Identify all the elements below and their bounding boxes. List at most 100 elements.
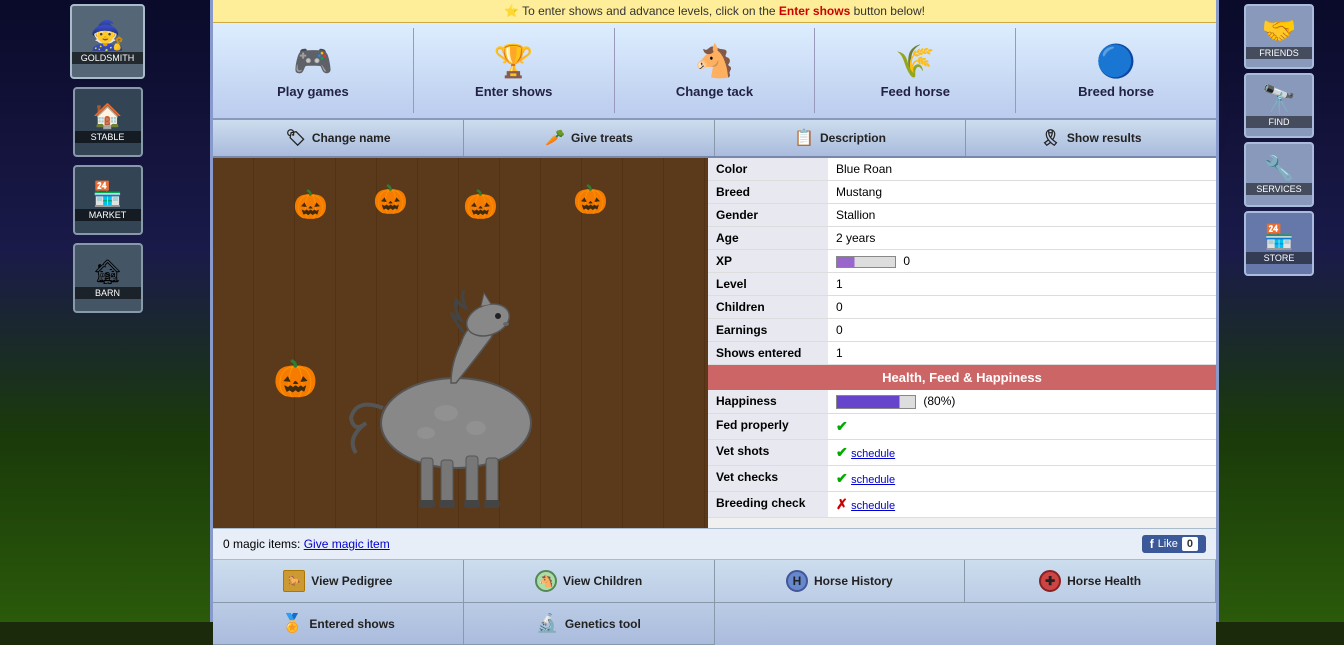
play-games-button[interactable]: 🎮 Play games: [213, 28, 414, 113]
show-results-label: Show results: [1067, 131, 1142, 145]
give-treats-button[interactable]: 🥕 Give treats: [464, 120, 715, 156]
vet-shots-label: Vet shots: [708, 440, 828, 465]
change-tack-button[interactable]: 🐴 Change tack: [615, 28, 816, 113]
horse-view: 🎃 🎃 🎃 🎃 🎃: [213, 158, 708, 528]
announcement-text: ⭐ To enter shows and advance levels, cli…: [504, 4, 779, 18]
like-text: Like: [1158, 538, 1178, 550]
shows-entered-label: Shows entered: [708, 342, 828, 364]
store-label: STORE: [1246, 252, 1312, 264]
announcement-bar: ⭐ To enter shows and advance levels, cli…: [213, 0, 1216, 23]
fed-properly-label: Fed properly: [708, 414, 828, 439]
pedigree-icon: 🐎: [283, 570, 305, 592]
sidebar-item-market[interactable]: 🏪 MARKET: [73, 165, 143, 235]
facebook-like-button[interactable]: f Like 0: [1142, 535, 1206, 553]
magic-items-count: 0 magic items:: [223, 537, 300, 551]
horse-health-button[interactable]: ✚ Horse Health: [965, 560, 1216, 603]
entered-shows-label: Entered shows: [309, 617, 394, 631]
pumpkin-decoration-4: 🎃: [573, 183, 608, 216]
store-icon: 🏪: [1264, 223, 1294, 252]
sidebar-item-goldsmith[interactable]: 🧙 GOLDSMITH: [70, 4, 145, 79]
breeding-check-schedule-link[interactable]: schedule: [851, 500, 895, 512]
horse-health-label: Horse Health: [1067, 574, 1141, 588]
bottom-info-bar: 0 magic items: Give magic item f Like 0: [213, 528, 1216, 560]
announcement-text2: button below!: [854, 4, 925, 18]
breed-horse-icon: 🔵: [1096, 42, 1136, 80]
fed-properly-check: ✔: [836, 418, 848, 434]
view-children-icon: 🐴: [535, 570, 557, 592]
genetics-tool-button[interactable]: 🔬 Genetics tool: [464, 603, 715, 645]
gender-row: Gender Stallion: [708, 204, 1216, 227]
level-value: 1: [828, 273, 1216, 295]
vet-checks-schedule-link[interactable]: schedule: [851, 474, 895, 486]
vet-shots-schedule-link[interactable]: schedule: [851, 448, 895, 460]
breed-horse-label: Breed horse: [1078, 84, 1154, 99]
sidebar-friends-btn[interactable]: 🤝 FRIENDS: [1244, 4, 1314, 69]
sidebar-find-btn[interactable]: 🔭 FIND: [1244, 73, 1314, 138]
play-games-label: Play games: [277, 84, 349, 99]
fed-properly-value: ✔: [828, 414, 1216, 439]
give-magic-item-link[interactable]: Give magic item: [304, 537, 390, 551]
view-children-button[interactable]: 🐴 View Children: [464, 560, 715, 603]
level-row: Level 1: [708, 273, 1216, 296]
pumpkin-decoration-3: 🎃: [463, 188, 498, 221]
happiness-label: Happiness: [708, 390, 828, 413]
pumpkin-decoration-5: 🎃: [273, 358, 318, 400]
happiness-pct-label: (80%): [923, 394, 955, 408]
color-value: Blue Roan: [828, 158, 1216, 180]
horse-image: [336, 268, 586, 508]
earnings-row: Earnings 0: [708, 319, 1216, 342]
change-name-label: Change name: [312, 131, 391, 145]
shows-entered-row: Shows entered 1: [708, 342, 1216, 365]
entered-shows-button[interactable]: 🏅 Entered shows: [213, 603, 464, 645]
description-label: Description: [820, 131, 886, 145]
description-button[interactable]: 📋 Description: [715, 120, 966, 156]
horse-section: 🎃 🎃 🎃 🎃 🎃: [213, 158, 1216, 528]
right-sidebar: 🤝 FRIENDS 🔭 FIND 🔧 SERVICES 🏪 STORE: [1214, 0, 1344, 622]
change-name-icon: 🏷: [286, 128, 306, 148]
change-name-button[interactable]: 🏷 Change name: [213, 120, 464, 156]
feed-horse-button[interactable]: 🌾 Feed horse: [815, 28, 1016, 113]
horse-history-button[interactable]: H Horse History: [715, 560, 966, 603]
announcement-highlight: Enter shows: [779, 4, 850, 18]
sidebar-item-barn[interactable]: 🏚 BARN: [73, 243, 143, 313]
shows-entered-value: 1: [828, 342, 1216, 364]
view-pedigree-button[interactable]: 🐎 View Pedigree: [213, 560, 464, 603]
entered-shows-icon: 🏅: [281, 613, 303, 634]
change-tack-icon: 🐴: [695, 42, 735, 80]
goldsmith-icon: 🧙: [90, 19, 125, 52]
level-label: Level: [708, 273, 828, 295]
breeding-check-row: Breeding check ✗ schedule: [708, 492, 1216, 518]
gender-value: Stallion: [828, 204, 1216, 226]
horse-history-label: Horse History: [814, 574, 893, 588]
age-label: Age: [708, 227, 828, 249]
stable-label: STABLE: [75, 131, 141, 143]
play-games-icon: 🎮: [293, 42, 333, 80]
enter-shows-icon: 🏆: [494, 42, 534, 80]
top-action-bar: 🎮 Play games 🏆 Enter shows 🐴 Change tack…: [213, 23, 1216, 120]
age-value: 2 years: [828, 227, 1216, 249]
sidebar-services-btn[interactable]: 🔧 SERVICES: [1244, 142, 1314, 207]
change-tack-label: Change tack: [676, 84, 753, 99]
friends-icon: 🤝: [1262, 14, 1297, 47]
sidebar-store-btn[interactable]: 🏪 STORE: [1244, 211, 1314, 276]
breeding-check-value: ✗ schedule: [828, 492, 1216, 517]
children-label: Children: [708, 296, 828, 318]
xp-bar: [836, 256, 896, 268]
age-row: Age 2 years: [708, 227, 1216, 250]
xp-value: 0: [828, 250, 1216, 272]
show-results-button[interactable]: 🎗 Show results: [966, 120, 1216, 156]
feed-horse-label: Feed horse: [881, 84, 950, 99]
sidebar-item-stable[interactable]: 🏠 STABLE: [73, 87, 143, 157]
market-icon: 🏪: [93, 180, 123, 209]
main-content: ⭐ To enter shows and advance levels, cli…: [210, 0, 1219, 622]
breed-label: Breed: [708, 181, 828, 203]
horse-history-icon: H: [786, 570, 808, 592]
services-label: SERVICES: [1246, 183, 1312, 195]
breeding-check-x: ✗: [836, 496, 848, 512]
breed-horse-button[interactable]: 🔵 Breed horse: [1016, 28, 1216, 113]
feed-horse-icon: 🌾: [895, 42, 935, 80]
secondary-action-bar: 🏷 Change name 🥕 Give treats 📋 Descriptio…: [213, 120, 1216, 158]
enter-shows-button[interactable]: 🏆 Enter shows: [414, 28, 615, 113]
children-row: Children 0: [708, 296, 1216, 319]
view-pedigree-label: View Pedigree: [311, 574, 392, 588]
